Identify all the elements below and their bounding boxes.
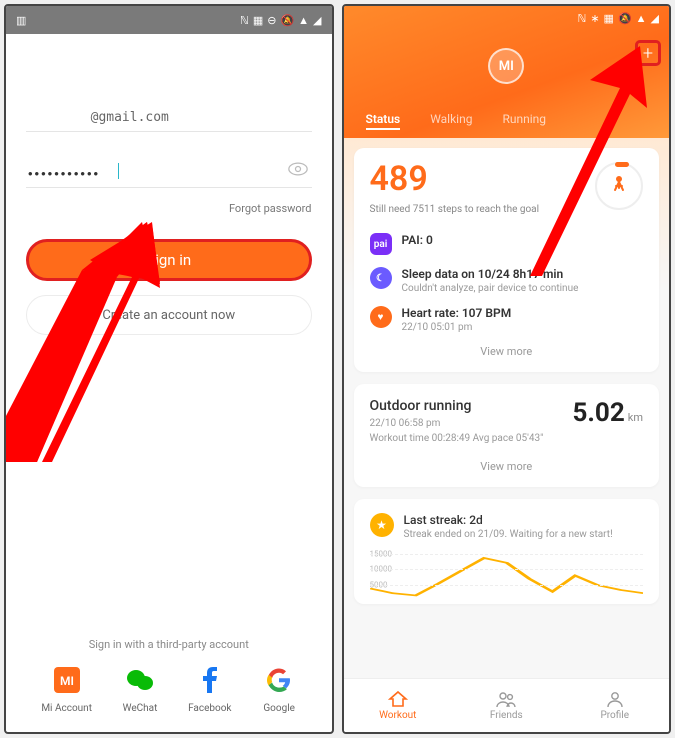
dnd-icon: ⊖ xyxy=(267,14,276,27)
nav-label: Friends xyxy=(490,710,523,721)
login-form: Forgot password Sign in Create an accoun… xyxy=(6,34,332,732)
provider-mi[interactable]: MI Mi Account xyxy=(41,663,92,714)
header-tabs: Status Walking Running xyxy=(344,112,670,130)
tab-status[interactable]: Status xyxy=(366,112,401,130)
profile-icon xyxy=(606,690,624,708)
provider-google[interactable]: Google xyxy=(262,663,296,714)
bt-icon: ∗ xyxy=(590,12,599,25)
show-password-icon[interactable] xyxy=(288,162,308,176)
streak-card[interactable]: ★ Last streak: 2d Streak ended on 21/09.… xyxy=(354,499,660,604)
workout-time: 22/10 06:58 pm xyxy=(370,418,544,429)
home-icon xyxy=(388,690,408,708)
walker-icon xyxy=(610,175,628,197)
nav-friends[interactable]: Friends xyxy=(452,679,561,732)
moon-icon: ☾ xyxy=(370,267,392,289)
pai-title: PAI: 0 xyxy=(402,233,433,247)
status-bar: ▥ ℕ ▦ ⊖ 🔕 ▲ ◢ xyxy=(6,6,332,34)
mi-icon: MI xyxy=(50,663,84,697)
nav-profile[interactable]: Profile xyxy=(561,679,670,732)
streak-title: Last streak: 2d xyxy=(404,513,613,527)
text-caret xyxy=(118,163,119,179)
status-card: 489 Still need 7511 steps to reach the g… xyxy=(354,148,660,372)
friends-icon xyxy=(495,690,517,708)
third-party-providers: MI Mi Account WeChat Facebook Google xyxy=(26,663,312,732)
apps-icon: ▦ xyxy=(604,12,614,25)
google-icon xyxy=(262,663,296,697)
streak-chart: 15000 10000 5000 xyxy=(370,550,644,598)
wifi-icon: ▲ xyxy=(298,14,309,27)
phone-dashboard: ℕ ∗ ▦ 🔕 ▲ ◢ + MI Status Walking Running … xyxy=(342,4,672,734)
sparkline-icon xyxy=(370,550,644,598)
email-field[interactable] xyxy=(26,104,312,132)
nav-label: Profile xyxy=(600,710,629,721)
signin-button[interactable]: Sign in xyxy=(26,239,312,281)
dashboard-header: ℕ ∗ ▦ 🔕 ▲ ◢ + MI Status Walking Running xyxy=(344,6,670,138)
hr-title: Heart rate: 107 BPM xyxy=(402,306,512,320)
forgot-password-link[interactable]: Forgot password xyxy=(26,202,312,215)
third-party-label: Sign in with a third-party account xyxy=(26,638,312,651)
provider-facebook[interactable]: Facebook xyxy=(188,663,231,714)
view-more-link[interactable]: View more xyxy=(370,460,644,473)
wifi-icon: ▲ xyxy=(636,12,647,25)
status-bar: ℕ ∗ ▦ 🔕 ▲ ◢ xyxy=(344,6,670,30)
metric-sleep[interactable]: ☾ Sleep data on 10/24 8h17 min Couldn't … xyxy=(370,267,644,294)
tab-walking[interactable]: Walking xyxy=(430,112,472,130)
heart-icon: ♥ xyxy=(370,306,392,328)
add-button[interactable]: + xyxy=(635,40,661,66)
notif-icon: ▥ xyxy=(16,14,26,27)
provider-label: Mi Account xyxy=(41,703,92,714)
streak-sub: Streak ended on 21/09. Waiting for a new… xyxy=(404,529,613,540)
workout-distance: 5.02km xyxy=(572,398,643,428)
provider-label: Google xyxy=(262,703,296,714)
steps-progress-ring xyxy=(595,162,643,210)
sleep-title: Sleep data on 10/24 8h17 min xyxy=(402,267,579,281)
hr-sub: 22/10 05:01 pm xyxy=(402,322,512,333)
dashboard-content: 489 Still need 7511 steps to reach the g… xyxy=(344,138,670,678)
password-field[interactable] xyxy=(26,160,312,188)
nav-workout[interactable]: Workout xyxy=(344,679,453,732)
medal-icon: ★ xyxy=(370,513,394,537)
workout-title: Outdoor running xyxy=(370,398,544,414)
pai-icon: pai xyxy=(370,233,392,255)
nfc-icon: ℕ xyxy=(578,12,587,25)
mi-logo-icon: MI xyxy=(488,48,524,84)
apps-icon: ▦ xyxy=(253,14,263,27)
signal-icon: ◢ xyxy=(313,14,321,27)
nav-label: Workout xyxy=(379,710,416,721)
metric-pai[interactable]: pai PAI: 0 xyxy=(370,233,644,255)
view-more-link[interactable]: View more xyxy=(370,345,644,358)
provider-label: WeChat xyxy=(123,703,158,714)
bottom-nav: Workout Friends Profile xyxy=(344,678,670,732)
provider-wechat[interactable]: WeChat xyxy=(123,663,158,714)
mute-icon: 🔕 xyxy=(280,14,294,27)
nfc-icon: ℕ xyxy=(240,14,249,27)
create-account-button[interactable]: Create an account now xyxy=(26,295,312,335)
signal-icon: ◢ xyxy=(651,12,659,25)
workout-card[interactable]: Outdoor running 22/10 06:58 pm Workout t… xyxy=(354,384,660,487)
provider-label: Facebook xyxy=(188,703,231,714)
phone-signin: ▥ ℕ ▦ ⊖ 🔕 ▲ ◢ Forgot password Sign in Cr… xyxy=(4,4,334,734)
mute-icon: 🔕 xyxy=(618,12,632,25)
steps-count: 489 xyxy=(370,162,540,196)
wechat-icon xyxy=(123,663,157,697)
status-icons: ℕ ▦ ⊖ 🔕 ▲ ◢ xyxy=(240,14,322,27)
svg-text:MI: MI xyxy=(60,674,74,688)
facebook-icon xyxy=(193,663,227,697)
steps-subtitle: Still need 7511 steps to reach the goal xyxy=(370,204,540,215)
workout-details: Workout time 00:28:49 Avg pace 05'43" xyxy=(370,433,544,444)
tab-running[interactable]: Running xyxy=(502,112,546,130)
metric-heartrate[interactable]: ♥ Heart rate: 107 BPM 22/10 05:01 pm xyxy=(370,306,644,333)
sleep-sub: Couldn't analyze, pair device to continu… xyxy=(402,283,579,294)
